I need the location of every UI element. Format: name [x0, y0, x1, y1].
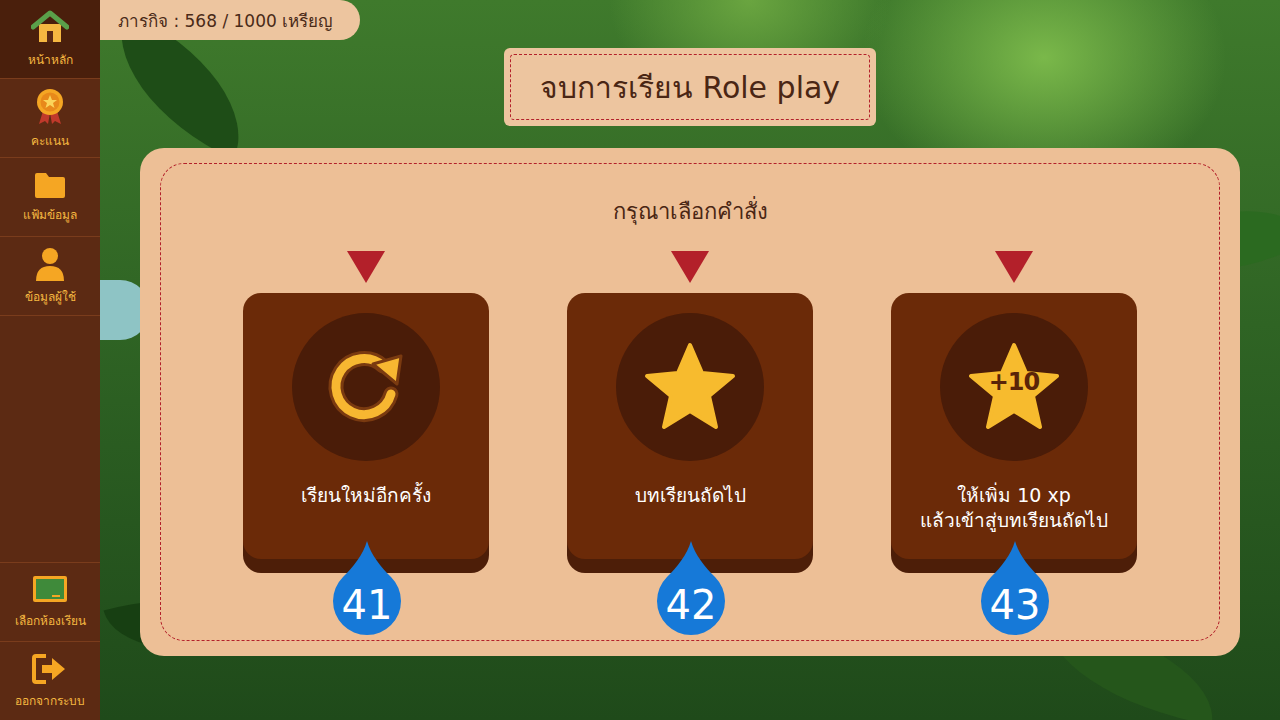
medal-icon: [33, 87, 67, 125]
sidebar-item[interactable]: หน้าหลัก: [0, 0, 100, 79]
sidebar-label: เลือกห้องเรียน: [15, 611, 86, 630]
sidebar-item[interactable]: ข้อมูลผู้ใช้: [0, 237, 100, 316]
logout-icon: [32, 653, 68, 685]
home-icon: [31, 10, 69, 44]
star-icon: [642, 341, 738, 433]
mission-counter: ภารกิจ : 568 / 1000 เหรียญ: [100, 0, 360, 40]
prompt-text: กรุณาเลือกคำสั่ง: [613, 194, 768, 229]
option-card[interactable]: บทเรียนถัดไป 42: [567, 293, 813, 559]
sidebar-label: แฟ้มข้อมูล: [23, 205, 77, 224]
options-panel: กรุณาเลือกคำสั่ง เรียนใหม่อีกครั้ง 41 บท…: [140, 148, 1240, 656]
option-label: เรียนใหม่อีกครั้ง: [301, 483, 431, 508]
pointer-arrow-icon: [347, 251, 385, 283]
option-card[interactable]: +10 ให้เพิ่ม 10 xpแล้วเข้าสู่บทเรียนถัดไ…: [891, 293, 1137, 559]
icon-circle: [292, 313, 440, 461]
chalkboard-icon: [32, 575, 68, 605]
sidebar-item[interactable]: ออกจากระบบ: [0, 641, 100, 720]
sidebar: หน้าหลัก คะแนน แฟ้มข้อมูล ข้อมูลผู้ใช้ เ…: [0, 0, 100, 720]
sidebar-label: คะแนน: [31, 131, 69, 150]
option-label: บทเรียนถัดไป: [635, 483, 746, 508]
sidebar-label: หน้าหลัก: [28, 50, 73, 69]
sidebar-label: ออกจากระบบ: [15, 691, 85, 710]
pointer-arrow-icon: [671, 251, 709, 283]
annotation-marker: 42: [655, 541, 727, 641]
option-card[interactable]: เรียนใหม่อีกครั้ง 41: [243, 293, 489, 559]
sidebar-label: ข้อมูลผู้ใช้: [25, 287, 76, 306]
icon-circle: [616, 313, 764, 461]
game-screen: หน้าหลัก คะแนน แฟ้มข้อมูล ข้อมูลผู้ใช้ เ…: [0, 0, 1280, 720]
title-banner: จบการเรียน Role play: [504, 48, 876, 126]
jungle-stage: ภารกิจ : 568 / 1000 เหรียญ จบการเรียน Ro…: [100, 0, 1280, 720]
folder-icon: [34, 171, 66, 199]
sidebar-item[interactable]: เลือกห้องเรียน: [0, 562, 100, 641]
annotation-marker: 43: [979, 541, 1051, 641]
icon-circle: +10: [940, 313, 1088, 461]
retry-icon: [321, 342, 411, 432]
bonus-badge: +10: [940, 368, 1088, 396]
pointer-arrow-icon: [995, 251, 1033, 283]
annotation-marker: 41: [331, 541, 403, 641]
sidebar-item[interactable]: คะแนน: [0, 79, 100, 158]
sidebar-item[interactable]: แฟ้มข้อมูล: [0, 158, 100, 237]
user-icon: [34, 247, 66, 281]
option-label: ให้เพิ่ม 10 xpแล้วเข้าสู่บทเรียนถัดไป: [920, 483, 1108, 533]
